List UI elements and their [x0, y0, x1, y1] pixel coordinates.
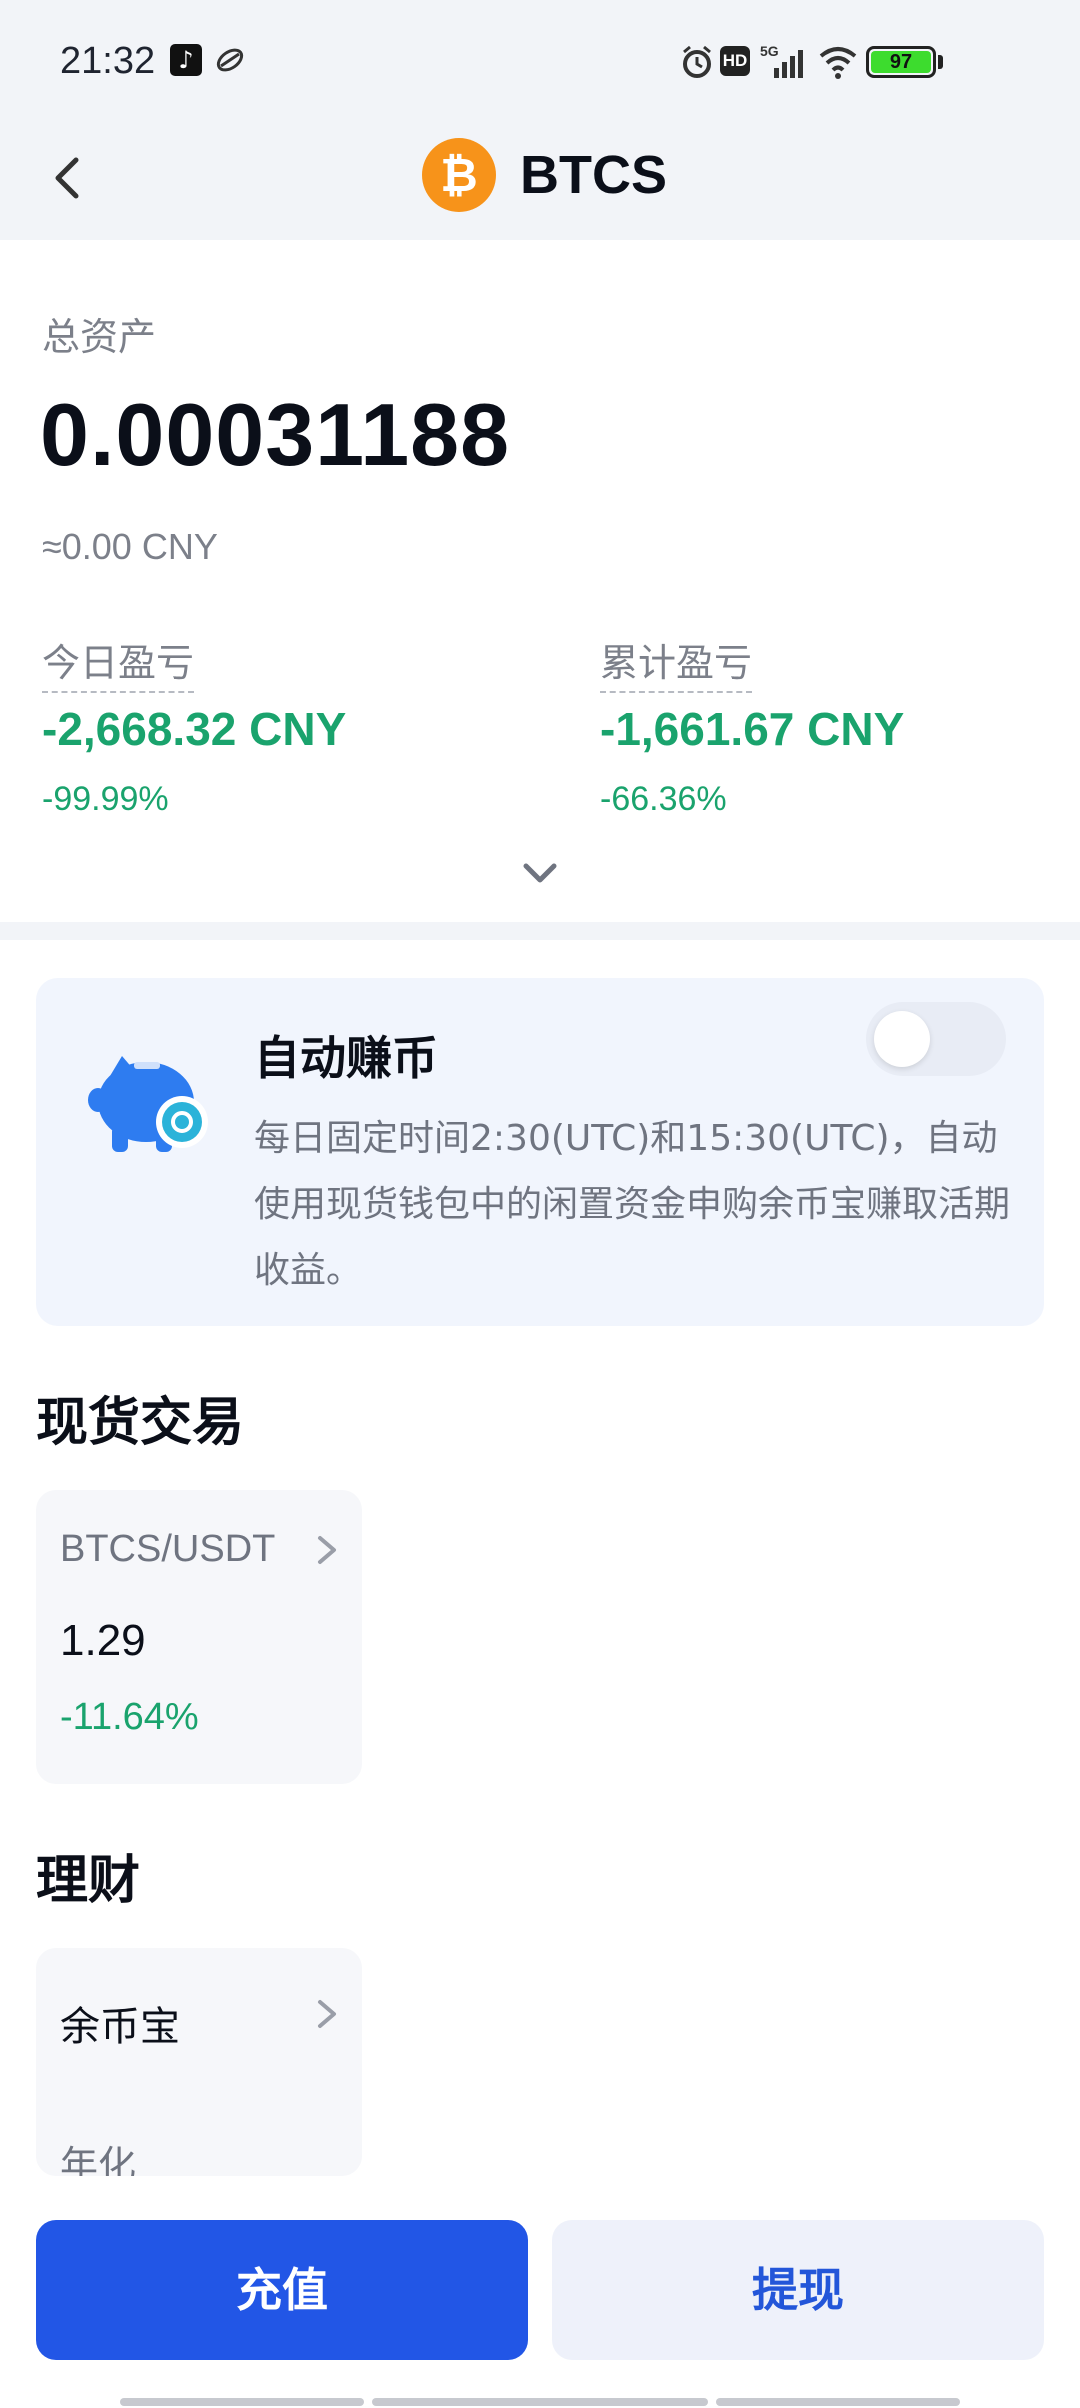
- chevron-right-icon: [318, 2000, 336, 2028]
- today-pnl-value: -2,668.32 CNY: [42, 703, 347, 755]
- header: ₿ BTCS: [0, 124, 1080, 240]
- auto-earn-toggle[interactable]: [866, 1002, 1006, 1076]
- battery-level: 97: [871, 51, 931, 73]
- finance-product-name: 余币宝: [60, 2004, 180, 2050]
- pair-change: -11.64%: [60, 1696, 199, 1738]
- auto-earn-title: 自动赚币: [254, 1031, 438, 1085]
- nav-handle: [120, 2398, 364, 2406]
- chevron-left-icon[interactable]: [36, 146, 100, 210]
- piggy-bank-icon: [88, 1056, 208, 1152]
- signal-5g-icon: 5G: [760, 43, 803, 78]
- total-pnl-percent: -66.36%: [600, 780, 727, 818]
- status-bar: 21:32 ♪ HD 5G 97: [0, 0, 1080, 124]
- wifi-icon: [819, 47, 857, 79]
- spot-pair-card[interactable]: BTCS/USDT 1.29 -11.64%: [36, 1490, 362, 1784]
- pair-price: 1.29: [60, 1616, 146, 1665]
- bitcoin-logo-icon: ₿: [422, 138, 496, 212]
- total-assets-label: 总资产: [42, 315, 157, 359]
- total-pnl-value: -1,661.67 CNY: [600, 703, 905, 755]
- status-time: 21:32: [60, 40, 156, 82]
- spot-section-title: 现货交易: [36, 1393, 245, 1453]
- finance-apy-label: 年化: [60, 2143, 137, 2176]
- deposit-button[interactable]: 充值: [36, 2220, 528, 2360]
- hd-icon: HD: [720, 46, 750, 76]
- auto-earn-card: 自动赚币 每日固定时间2:30(UTC)和15:30(UTC)，自动使用现货钱包…: [36, 978, 1044, 1326]
- svg-text:5G: 5G: [760, 43, 779, 59]
- battery-tip: [938, 55, 943, 69]
- bottom-action-bar: 充值 提现: [0, 2176, 1080, 2408]
- withdraw-button[interactable]: 提现: [552, 2220, 1044, 2360]
- finance-section-title: 理财: [36, 1851, 141, 1911]
- toggle-knob: [874, 1011, 930, 1067]
- nav-handle: [716, 2398, 960, 2406]
- total-assets-value: 0.00031188: [40, 385, 511, 484]
- nav-handle: [372, 2398, 708, 2406]
- tiktok-icon: ♪: [170, 44, 202, 76]
- battery-icon: 97: [866, 46, 936, 78]
- total-pnl-label[interactable]: 累计盈亏: [600, 632, 753, 693]
- chevron-right-icon: [318, 1536, 336, 1564]
- today-pnl-label[interactable]: 今日盈亏: [42, 632, 195, 693]
- section-divider: [0, 922, 1080, 940]
- chevron-down-icon[interactable]: [518, 858, 562, 888]
- pair-name: BTCS/USDT: [60, 1528, 276, 1570]
- finance-product-card[interactable]: 余币宝 年化: [36, 1948, 362, 2176]
- today-pnl-percent: -99.99%: [42, 780, 169, 818]
- app-icon: [216, 48, 244, 72]
- alarm-icon: [683, 45, 711, 78]
- auto-earn-description: 每日固定时间2:30(UTC)和15:30(UTC)，自动使用现货钱包中的闲置资…: [254, 1118, 1011, 1291]
- page-title: BTCS: [520, 145, 667, 205]
- total-assets-fiat: ≈0.00 CNY: [42, 526, 218, 567]
